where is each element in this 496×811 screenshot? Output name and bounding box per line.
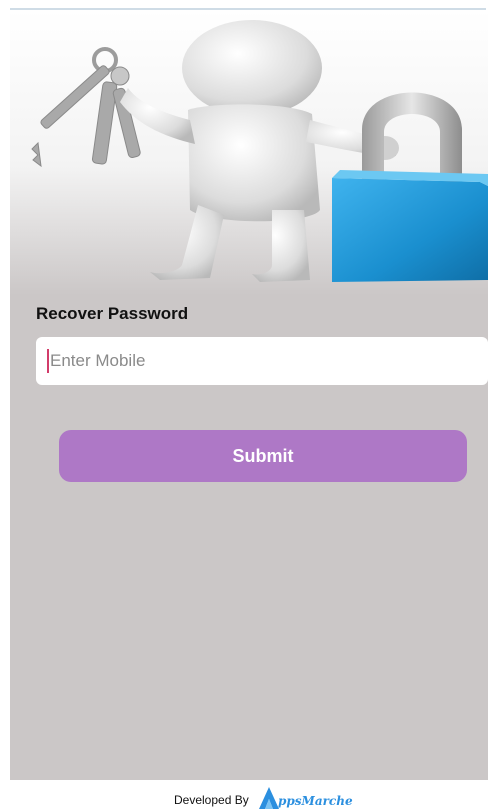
developed-by-label: Developed By xyxy=(174,793,249,807)
person-keys-padlock-icon xyxy=(10,10,488,295)
footer: Developed By ppsMarche xyxy=(0,780,496,811)
mobile-field[interactable] xyxy=(36,337,488,385)
mobile-input[interactable] xyxy=(50,337,480,385)
hero-illustration xyxy=(10,10,488,295)
recover-password-title: Recover Password xyxy=(36,304,189,323)
recover-password-screen: Recover Password Submit Developed By pps… xyxy=(0,0,496,811)
brand-logo: ppsMarche xyxy=(257,784,353,810)
content-area: Recover Password Submit xyxy=(10,10,488,780)
text-caret xyxy=(47,349,49,373)
submit-button[interactable]: Submit xyxy=(59,430,467,482)
brand-name: ppsMarche xyxy=(278,794,353,808)
